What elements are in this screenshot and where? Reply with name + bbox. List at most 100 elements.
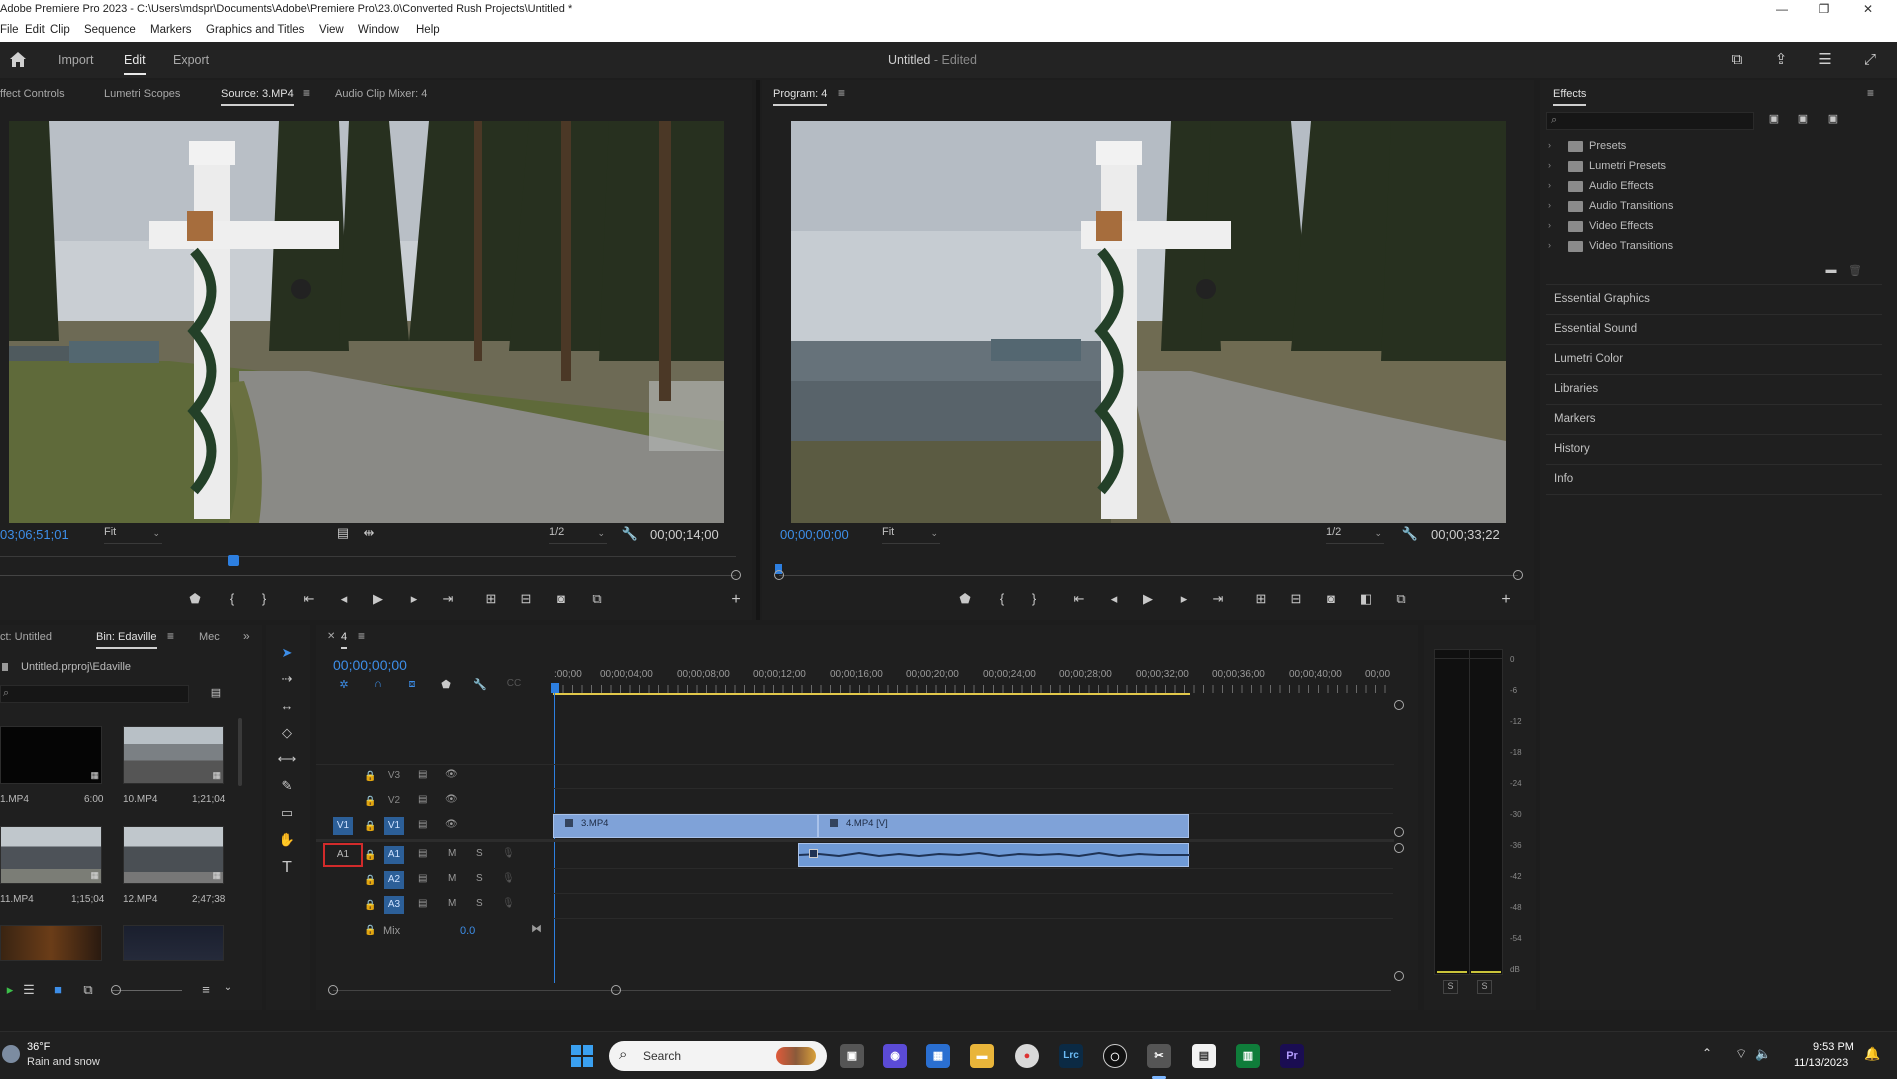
delete-icon[interactable]: 🗑	[1845, 264, 1865, 277]
zoom-slider-handle[interactable]	[111, 985, 121, 995]
lock-icon[interactable]: 🔒	[364, 925, 376, 936]
effects-folder-audio-effects[interactable]: › Audio Effects	[1548, 178, 1878, 196]
track-target-v2[interactable]: V2	[384, 792, 404, 810]
notepad-icon[interactable]: ▤	[1192, 1044, 1216, 1068]
source-patch-a1[interactable]: A1	[333, 846, 353, 864]
play-icon[interactable]: ▶	[368, 591, 388, 607]
rectangle-tool-icon[interactable]: ▭	[276, 802, 298, 824]
home-icon[interactable]	[9, 51, 27, 68]
lift-icon[interactable]: ⊞	[1251, 591, 1271, 607]
thumbnail-10[interactable]: ▦	[123, 726, 224, 784]
menu-graphics-and-titles[interactable]: Graphics and Titles	[206, 24, 304, 36]
lock-icon[interactable]: 🔒	[364, 821, 376, 832]
step-forward-icon[interactable]: ▸	[1174, 591, 1194, 607]
mark-out-icon[interactable]: }	[1024, 591, 1044, 606]
effects-panel-menu-icon[interactable]: ≡	[1867, 86, 1874, 100]
track-target-v1[interactable]: V1	[384, 817, 404, 835]
selection-tool-icon[interactable]: ➤	[276, 642, 298, 664]
thumbnail-13[interactable]	[0, 925, 102, 961]
menu-help[interactable]: Help	[416, 24, 440, 36]
sync-lock-icon[interactable]: ▤	[418, 794, 427, 805]
export-frame-icon[interactable]: ◙	[551, 591, 571, 606]
task-view-icon[interactable]: ▣	[840, 1044, 864, 1068]
drag-video-icon[interactable]: ⇹	[359, 525, 379, 541]
source-playhead[interactable]	[228, 555, 239, 566]
sync-lock-icon[interactable]: ▤	[418, 898, 427, 909]
solo-left-button[interactable]: S	[1443, 980, 1458, 994]
minimize-button[interactable]: —	[1759, 0, 1805, 20]
timeline-zoom-right-handle[interactable]	[611, 985, 621, 995]
microsoft-store-icon[interactable]: ▦	[926, 1044, 950, 1068]
source-zoom-handle[interactable]	[731, 570, 741, 580]
nest-toggle-icon[interactable]: ✲	[334, 678, 354, 691]
lock-icon[interactable]: 🔒	[364, 875, 376, 886]
sync-lock-icon[interactable]: ▤	[418, 873, 427, 884]
video-clip-4[interactable]: 4.MP4 [V]	[818, 814, 1189, 838]
voiceover-mic-icon[interactable]: 🎙	[502, 848, 515, 859]
source-panel-menu-icon[interactable]: ≡	[303, 86, 310, 100]
solo-button[interactable]: S	[476, 848, 483, 859]
section-essential-sound[interactable]: Essential Sound	[1554, 323, 1637, 335]
menu-markers[interactable]: Markers	[150, 24, 192, 36]
workspace-export[interactable]: Export	[173, 53, 209, 67]
quick-export-icon[interactable]: ⧉	[1727, 50, 1747, 70]
thumbnail-1[interactable]: ▦	[0, 726, 102, 784]
tab-source[interactable]: Source: 3.MP4	[221, 88, 294, 106]
fullscreen-icon[interactable]: ⤢	[1860, 50, 1880, 70]
menu-sequence[interactable]: Sequence	[84, 24, 136, 36]
snap-icon[interactable]: ∩	[368, 678, 388, 690]
section-history[interactable]: History	[1554, 443, 1590, 455]
track-select-tool-icon[interactable]: ⇢	[276, 668, 298, 690]
effects-panel-title[interactable]: Effects	[1553, 88, 1587, 106]
effects-folder-video-transitions[interactable]: › Video Transitions	[1548, 238, 1878, 256]
sync-lock-icon[interactable]: ▤	[418, 769, 427, 780]
effects-search-input[interactable]: ⌕	[1546, 112, 1754, 130]
spreadsheet-icon[interactable]: ▥	[1236, 1044, 1260, 1068]
close-button[interactable]: ✕	[1845, 0, 1891, 20]
chrome-icon[interactable]: ●	[1015, 1044, 1039, 1068]
track-target-a2[interactable]: A2	[384, 871, 404, 889]
chevron-down-icon[interactable]: ⌄	[218, 982, 238, 993]
program-zoom-handle-left[interactable]	[774, 570, 784, 580]
lock-icon[interactable]: 🔒	[364, 771, 376, 782]
video-clip-3[interactable]: 3.MP4	[553, 814, 818, 838]
workspaces-menu-icon[interactable]: ☰	[1815, 50, 1835, 70]
chevron-up-icon[interactable]: ⌃	[1702, 1046, 1712, 1060]
settings-wrench-icon[interactable]: 🔧	[1400, 526, 1420, 542]
timeline-zoom-left-handle[interactable]	[328, 985, 338, 995]
solo-button[interactable]: S	[476, 873, 483, 884]
zoom-slider[interactable]	[112, 990, 182, 991]
menu-file[interactable]: File	[0, 24, 19, 36]
clock-date[interactable]: 11/13/2023	[1794, 1057, 1848, 1069]
yuv-effects-icon[interactable]: ▣	[1823, 112, 1843, 125]
menu-clip[interactable]: Clip	[50, 24, 70, 36]
go-to-in-icon[interactable]: ⇤	[1069, 591, 1089, 607]
eye-icon[interactable]: 👁	[445, 769, 458, 780]
lock-icon[interactable]: ▸	[0, 982, 20, 998]
list-view-icon[interactable]: ☰	[19, 982, 39, 998]
weather-temp[interactable]: 36°F	[27, 1041, 50, 1053]
solo-right-button[interactable]: S	[1477, 980, 1492, 994]
mix-volume-value[interactable]: 0.0	[460, 925, 475, 937]
add-marker-icon[interactable]: ⬟	[185, 591, 205, 607]
icon-view-icon[interactable]: ■	[48, 982, 68, 997]
add-button-icon[interactable]: +	[726, 591, 746, 609]
project-search-input[interactable]: ⌕	[0, 685, 189, 703]
timeline-playhead-line[interactable]	[554, 693, 555, 983]
linked-selection-icon[interactable]: ⧈	[402, 678, 422, 691]
weather-icon[interactable]	[2, 1045, 20, 1063]
slip-tool-icon[interactable]: ⟷	[276, 748, 298, 770]
mute-button[interactable]: M	[448, 873, 456, 884]
close-sequence-icon[interactable]: ✕	[327, 631, 335, 642]
audio-clip-4[interactable]	[798, 843, 1190, 867]
program-resolution-dropdown[interactable]: 1/2 ⌄	[1326, 526, 1384, 544]
overwrite-icon[interactable]: ⊟	[516, 591, 536, 607]
workspace-import[interactable]: Import	[58, 53, 93, 67]
button-editor-icon[interactable]: ⧉	[587, 591, 607, 607]
panel-divider[interactable]	[756, 80, 760, 620]
tab-program[interactable]: Program: 4	[773, 88, 828, 106]
windows-start-icon[interactable]	[571, 1045, 593, 1067]
add-marker-icon[interactable]: ⬟	[955, 591, 975, 607]
thumbnail-14[interactable]	[123, 925, 224, 961]
taskbar-search-box[interactable]: ⌕ Search	[609, 1041, 827, 1071]
